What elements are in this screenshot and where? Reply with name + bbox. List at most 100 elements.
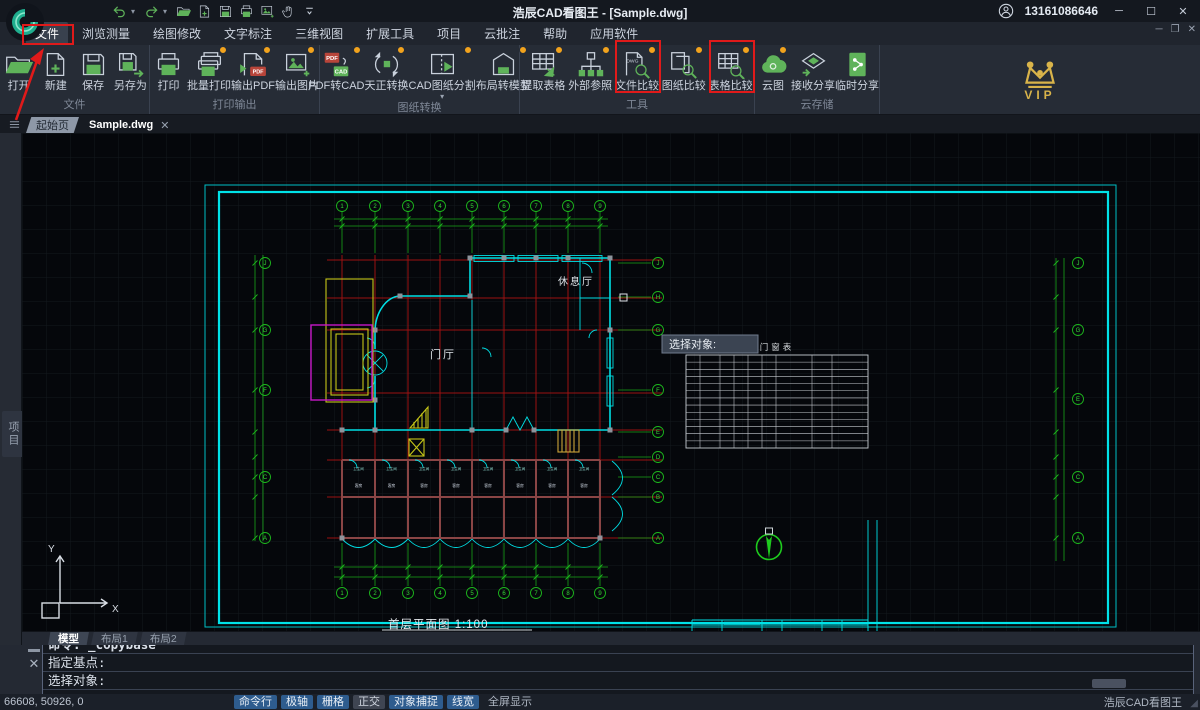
status-toggle-3[interactable]: 栅格: [317, 695, 349, 709]
doc-minimize-button[interactable]: ─: [1156, 24, 1163, 35]
print-icon[interactable]: [237, 2, 255, 20]
command-line-3[interactable]: 选择对象:: [43, 672, 1193, 690]
resize-grip[interactable]: ◢: [1190, 698, 1198, 709]
drawing-canvas[interactable]: 112233445566778899JHGFEDCBAJGFCAJGECA: [22, 133, 1200, 631]
ribbon-button-cad-split[interactable]: CAD图纸分割▾: [409, 45, 476, 101]
ribbon-button-extract-table[interactable]: 提取表格: [520, 45, 567, 98]
undo-icon[interactable]: [110, 2, 128, 20]
user-id[interactable]: 13161086646: [1025, 4, 1098, 18]
ribbon-button-tianzheng-convert[interactable]: 天正转换: [365, 45, 409, 101]
vip-crown-icon: [1017, 58, 1063, 90]
tianzheng-convert-icon: [372, 48, 401, 80]
ribbon-button-label: 表格比较: [709, 80, 753, 93]
command-input[interactable]: 命令: _copybase指定基点:选择对象:: [42, 645, 1194, 694]
ribbon-button-temp-share[interactable]: 临时分享: [835, 45, 879, 98]
canvas-grid: [22, 133, 1200, 631]
badge-dot-icon: [779, 46, 787, 54]
svg-text:D: D: [656, 455, 661, 461]
temp-share-icon: [843, 48, 872, 80]
badge-dot-icon: [742, 46, 750, 54]
badge-dot-icon: [602, 46, 610, 54]
ribbon-button-export-pdf[interactable]: PDF输出PDF: [231, 45, 275, 98]
badge-dot-icon: [555, 46, 563, 54]
tab-close-icon[interactable]: ✕: [160, 119, 169, 132]
menu-item-8[interactable]: 云批注: [475, 22, 529, 45]
menu-item-3[interactable]: 绘图修改: [144, 22, 210, 45]
chevron-down-icon[interactable]: ▾: [163, 7, 171, 16]
pan-icon[interactable]: [279, 2, 297, 20]
horizontal-scrollbar[interactable]: [1092, 679, 1126, 688]
svg-text:卫生间: 卫生间: [451, 466, 462, 471]
svg-text:E: E: [1076, 397, 1080, 403]
ribbon-group-4: 提取表格外部参照DWG文件比较图纸比较表格比较工具: [520, 45, 755, 114]
ribbon-button-label: 接收分享: [791, 80, 835, 93]
drawing-viewport[interactable]: 112233445566778899JHGFEDCBAJGFCAJGECA: [22, 133, 1200, 631]
command-close-icon[interactable]: ✕: [29, 658, 40, 670]
layout-tab-1[interactable]: 模型: [48, 632, 89, 646]
menu-bar: 文件浏览测量绘图修改文字标注三维视图扩展工具项目云批注帮助应用软件: [0, 22, 1200, 45]
app-logo-icon[interactable]: [5, 2, 45, 42]
menu-item-9[interactable]: 帮助: [534, 22, 576, 45]
vip-zone[interactable]: VIP: [880, 45, 1200, 114]
status-toggle-1[interactable]: 命令行: [234, 695, 277, 709]
status-toggle-4[interactable]: 正交: [353, 695, 385, 709]
menu-item-7[interactable]: 项目: [428, 22, 470, 45]
maximize-button[interactable]: ☐: [1140, 2, 1162, 20]
status-toggle-7[interactable]: 全屏显示: [483, 695, 537, 709]
ribbon-button-receive-share[interactable]: 接收分享: [791, 45, 835, 98]
svg-text:CAD: CAD: [335, 69, 348, 75]
new-icon[interactable]: [195, 2, 213, 20]
status-toggle-5[interactable]: 对象捕捉: [389, 695, 443, 709]
ribbon-button-batch-print[interactable]: 批量打印: [187, 45, 231, 98]
svg-text:PDF: PDF: [326, 55, 338, 61]
ribbon-group-label: 图纸转换: [320, 101, 519, 115]
menu-item-4[interactable]: 文字标注: [215, 22, 281, 45]
chevron-down-icon[interactable]: ▾: [131, 7, 139, 16]
ribbon-button-save-as[interactable]: 另存为: [112, 45, 149, 98]
open-icon[interactable]: [174, 2, 192, 20]
badge-dot-icon: [695, 46, 703, 54]
ribbon-button-file-compare[interactable]: DWG文件比较: [614, 45, 661, 98]
svg-text:客房: 客房: [516, 483, 524, 488]
table-compare-icon: [716, 48, 745, 80]
status-brand: 浩辰CAD看图王: [1104, 694, 1182, 710]
layout-tab-bar: 模型布局1布局2: [22, 631, 1200, 645]
badge-dot-icon: [353, 46, 361, 54]
doc-close-button[interactable]: ✕: [1188, 24, 1196, 35]
document-tab-2[interactable]: Sample.dwg✕: [79, 117, 179, 133]
status-toggle-6[interactable]: 线宽: [447, 695, 479, 709]
ribbon-button-print[interactable]: 打印: [150, 45, 187, 98]
chevron-down-icon[interactable]: ▾: [440, 93, 444, 101]
svg-text:客房: 客房: [355, 483, 363, 488]
layout-tab-2[interactable]: 布局1: [91, 632, 138, 646]
command-minimize-icon[interactable]: [28, 649, 40, 652]
user-account-icon[interactable]: [997, 2, 1015, 20]
ribbon-button-save[interactable]: 保存: [75, 45, 112, 98]
status-toggle-2[interactable]: 极轴: [281, 695, 313, 709]
ribbon-button-xref[interactable]: 外部参照: [567, 45, 614, 98]
menu-item-5[interactable]: 三维视图: [286, 22, 352, 45]
menu-item-2[interactable]: 浏览测量: [73, 22, 139, 45]
sidebar-tab-project[interactable]: 项目: [2, 411, 24, 457]
svg-text:J: J: [657, 261, 660, 267]
room-label-lobby: 门厅: [430, 347, 456, 361]
ribbon-button-cloud-drawing[interactable]: 云图: [755, 45, 791, 98]
svg-text:客房: 客房: [420, 483, 428, 488]
minimize-button[interactable]: ─: [1108, 2, 1130, 20]
export-image-icon[interactable]: [258, 2, 276, 20]
doc-restore-button[interactable]: ❐: [1171, 24, 1180, 35]
ribbon-button-sheet-compare[interactable]: 图纸比较: [660, 45, 707, 98]
file-compare-icon: DWG: [622, 48, 651, 80]
cad-split-icon: [428, 48, 457, 80]
save-icon[interactable]: [216, 2, 234, 20]
close-button[interactable]: ✕: [1172, 2, 1194, 20]
ribbon-button-table-compare[interactable]: 表格比较: [707, 45, 754, 98]
more-icon[interactable]: [300, 2, 318, 20]
menu-item-6[interactable]: 扩展工具: [357, 22, 423, 45]
xref-icon: [576, 48, 605, 80]
redo-icon[interactable]: [142, 2, 160, 20]
layout-tab-3[interactable]: 布局2: [140, 632, 187, 646]
ribbon-group-label: 云存储: [755, 98, 879, 114]
ribbon-button-pdf-to-cad[interactable]: PDFCADPDF转CAD: [308, 45, 364, 101]
menu-item-10[interactable]: 应用软件: [581, 22, 647, 45]
